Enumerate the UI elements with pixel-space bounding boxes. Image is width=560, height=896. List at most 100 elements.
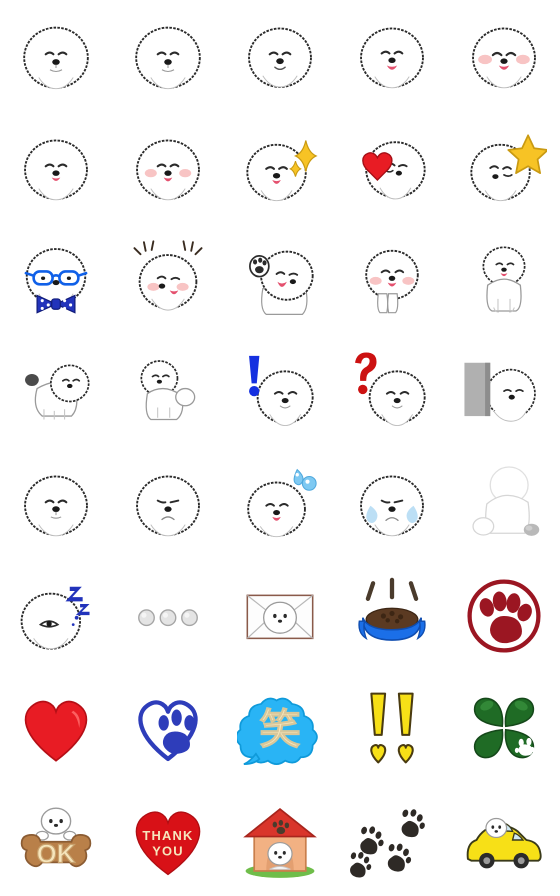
envelope-dog-face	[263, 601, 297, 634]
sticker-cell-34[interactable]: Two yellow exclamation marks with heart …	[336, 672, 448, 784]
sticker-cell-12[interactable]: Bichon face, excited with motion lines	[112, 224, 224, 336]
sticker-cell-7[interactable]: Bichon face, blushing with tongue	[112, 112, 224, 224]
dog-sleeping-zzz	[13, 573, 99, 659]
sticker-cell-21[interactable]: Bichon face, plain expression	[0, 448, 112, 560]
sticker-grid: Bichon face, calm neutral expression Bic…	[0, 0, 560, 896]
dog-face-smiling	[237, 13, 323, 99]
thank-text-line2: YOU	[152, 843, 184, 858]
dog-back-sulking	[461, 461, 547, 547]
dog-face-neutral	[13, 13, 99, 99]
ok-bone: OK	[13, 797, 99, 883]
wall-icon	[464, 362, 491, 417]
sticker-cell-35[interactable]: Green four-leaf clover with white paw	[448, 672, 560, 784]
sticker-cell-15[interactable]: Bichon sitting, facing front	[448, 224, 560, 336]
speech-bubble-warai: 笑	[237, 685, 323, 771]
motion-lines-icon	[133, 240, 203, 256]
dog-face-neutral-2	[125, 13, 211, 99]
dog-face-tongue-small	[13, 125, 99, 211]
sticker-cell-36[interactable]: Brown bone with dog peeking over OK	[0, 784, 112, 896]
food-bowl	[349, 573, 435, 659]
heart-red	[13, 685, 99, 771]
sticker-cell-9[interactable]: Bichon face with red heart	[336, 112, 448, 224]
dog-question-red	[349, 349, 435, 435]
sticker-cell-2[interactable]: Bichon face, calm neutral expression	[112, 0, 224, 112]
sticker-cell-31[interactable]: Red heart	[0, 672, 112, 784]
dog-peek-icon	[35, 807, 77, 841]
sticker-cell-26[interactable]: Bichon sleeping with blue Z Z Z	[0, 560, 112, 672]
dog-face-star	[461, 125, 547, 211]
dog-face-blush-happy	[461, 13, 547, 99]
sticker-cell-22[interactable]: Bichon face, sad frown	[112, 448, 224, 560]
waving-paw-icon	[249, 255, 270, 278]
sticker-cell-27[interactable]: Three gray loading dots	[112, 560, 224, 672]
loading-dots	[125, 573, 211, 659]
dog-face-sparkle	[237, 125, 323, 211]
dot-icon	[138, 609, 198, 627]
exclamation-mark-icon	[370, 692, 414, 764]
dog-face-crying	[349, 461, 435, 547]
sticker-cell-33[interactable]: Blue cloud speech bubble 笑	[224, 672, 336, 784]
sticker-cell-3[interactable]: Bichon face, small smile	[224, 0, 336, 112]
sticker-cell-16[interactable]: Bichon walking, tail up	[0, 336, 112, 448]
exclamation-mark-icon	[249, 355, 260, 397]
sticker-cell-20[interactable]: Bichon peeking from behind a gray wall	[448, 336, 560, 448]
sticker-cell-30[interactable]: Dark red paw print stamp in a circle	[448, 560, 560, 672]
sticker-cell-23[interactable]: Bichon face with blue sweat drops	[224, 448, 336, 560]
double-exclamation-yellow	[349, 685, 435, 771]
sticker-cell-32[interactable]: Blue heart outline with paw print	[112, 672, 224, 784]
dog-sitting-side	[125, 349, 211, 435]
sticker-cell-24[interactable]: Bichon face crying with tears	[336, 448, 448, 560]
sticker-cell-1[interactable]: Bichon face, calm neutral expression	[0, 0, 112, 112]
pebble-icon	[523, 523, 540, 536]
paw-icon	[350, 809, 425, 878]
dog-face-sad	[125, 461, 211, 547]
paw-prints-trail	[349, 797, 435, 883]
dog-driver-icon	[485, 817, 508, 839]
heart-icon	[24, 700, 88, 762]
dog-glasses-bowtie	[13, 237, 99, 323]
heart-paw-blue	[125, 685, 211, 771]
ok-text: OK	[37, 840, 76, 868]
thank-text-line1: THANK	[142, 828, 193, 843]
yellow-car-dog	[461, 797, 547, 883]
dog-face-sweatdrop	[237, 461, 323, 547]
sticker-cell-6[interactable]: Bichon face, little tongue	[0, 112, 112, 224]
sticker-cell-11[interactable]: Bichon with blue glasses and polka-dot b…	[0, 224, 112, 336]
sticker-cell-28[interactable]: White envelope with dog face	[224, 560, 336, 672]
sticker-cell-5[interactable]: Bichon face, blushing and happy	[448, 0, 560, 112]
dog-face-excited	[125, 237, 211, 323]
sticker-cell-39[interactable]: Four black paw prints in a trail	[336, 784, 448, 896]
dog-face-blush-tongue	[125, 125, 211, 211]
dog-exclamation-blue	[237, 349, 323, 435]
envelope-dog	[237, 573, 323, 659]
dog-face-tongue-out	[349, 13, 435, 99]
sticker-cell-40[interactable]: Yellow car with Bichon driving	[448, 784, 560, 896]
dog-face-red-heart	[349, 125, 435, 211]
sticker-cell-37[interactable]: Red heart with thank you message THANK Y…	[112, 784, 224, 896]
sticker-cell-14[interactable]: Bichon standing, blushing and happy	[336, 224, 448, 336]
dog-sitting-front	[461, 237, 547, 323]
paw-icon	[158, 709, 195, 754]
sticker-cell-38[interactable]: Dog house with red roof and Bichon insid…	[224, 784, 336, 896]
sticker-cell-17[interactable]: Bichon sitting, side view	[112, 336, 224, 448]
paw-icon	[479, 591, 532, 644]
dog-face-plain	[13, 461, 99, 547]
sticker-cell-25[interactable]: Bichon seen from behind, sulking	[448, 448, 560, 560]
sticker-cell-13[interactable]: Bichon waving a paw, tongue out	[224, 224, 336, 336]
sticker-cell-18[interactable]: Bichon with blue exclamation mark	[224, 336, 336, 448]
dog-standing-happy	[349, 237, 435, 323]
sticker-cell-19[interactable]: Bichon with red question mark	[336, 336, 448, 448]
dog-walking	[13, 349, 99, 435]
excitement-lines-icon	[365, 577, 419, 601]
dog-peeking-wall	[461, 349, 547, 435]
four-leaf-clover	[461, 685, 547, 771]
bubble-text: 笑	[259, 705, 300, 753]
dog-house	[237, 797, 323, 883]
sticker-cell-10[interactable]: Bichon face with yellow star	[448, 112, 560, 224]
sticker-cell-4[interactable]: Bichon face, tongue out	[336, 0, 448, 112]
sticker-cell-29[interactable]: Blue dog food bowl with kibble	[336, 560, 448, 672]
dog-waving-paw	[237, 237, 323, 323]
sticker-cell-8[interactable]: Bichon face with yellow sparkles	[224, 112, 336, 224]
sweat-drop-icon	[293, 468, 317, 491]
paw-stamp-red	[461, 573, 547, 659]
